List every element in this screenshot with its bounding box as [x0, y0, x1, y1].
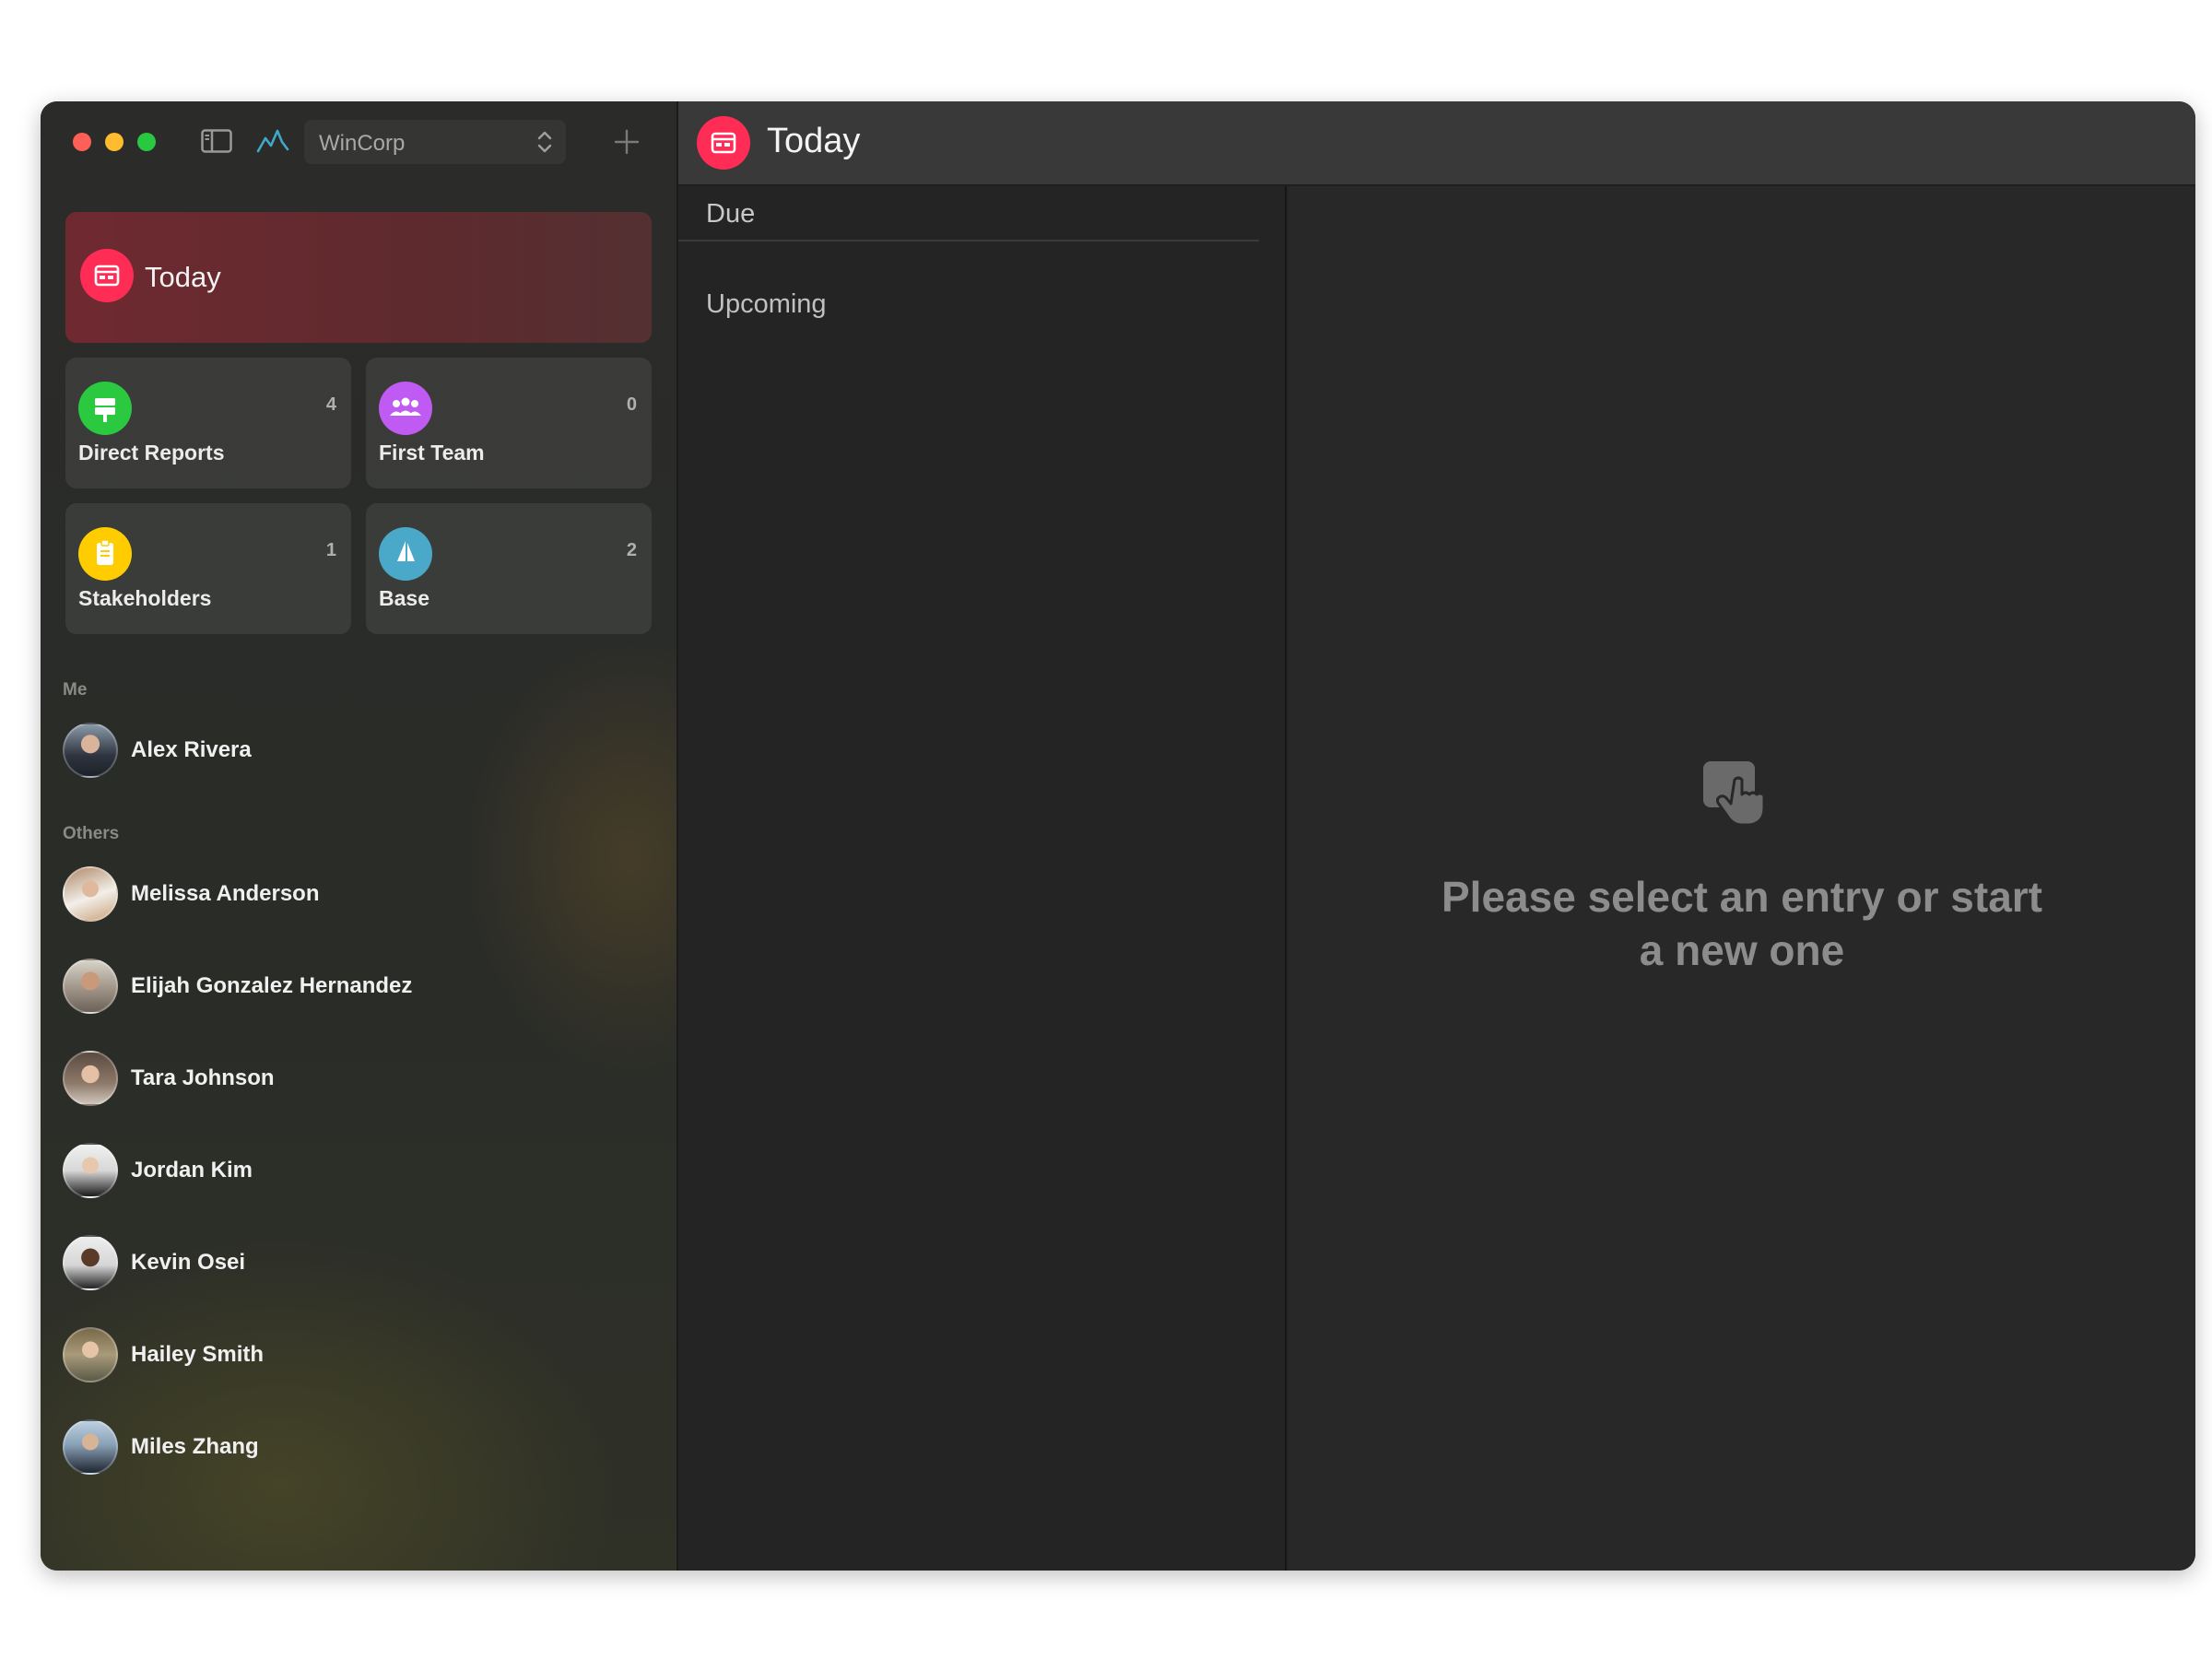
today-card-label: Today — [145, 261, 221, 293]
people-icon — [379, 382, 432, 435]
group-card-first-team[interactable]: 0 First Team — [366, 358, 652, 488]
divider — [678, 240, 1259, 241]
person-name: Hailey Smith — [131, 1342, 265, 1367]
person-name: Kevin Osei — [131, 1250, 246, 1275]
group-label: Direct Reports — [78, 441, 225, 465]
group-count: 2 — [626, 540, 637, 560]
today-calendar-icon — [80, 249, 134, 302]
sailboat-icon — [379, 527, 432, 581]
group-count: 0 — [626, 394, 637, 415]
avatar — [63, 866, 118, 922]
avatar — [63, 1419, 118, 1475]
person-name: Jordan Kim — [131, 1158, 253, 1182]
today-calendar-icon — [697, 116, 750, 170]
avatar — [63, 1235, 118, 1290]
avatar — [63, 1051, 118, 1106]
section-label-others: Others — [63, 824, 120, 843]
minimize-window-button[interactable] — [105, 133, 124, 151]
add-icon[interactable] — [614, 129, 640, 155]
sidebar-toggle-icon[interactable] — [201, 129, 232, 153]
group-count: 1 — [325, 540, 336, 560]
hand-pointer-icon — [1703, 761, 1766, 827]
today-card[interactable]: Today — [65, 212, 652, 343]
organization-select[interactable]: WinCorp — [304, 120, 566, 164]
section-label-me: Me — [63, 680, 88, 700]
person-item[interactable]: Melissa Anderson — [63, 865, 653, 924]
person-item-me[interactable]: Alex Rivera — [63, 721, 653, 780]
clipboard-icon — [78, 527, 132, 581]
empty-state-message: Please select an entry or start a new on… — [1441, 873, 2042, 974]
group-label: First Team — [379, 441, 485, 465]
person-item[interactable]: Elijah Gonzalez Hernandez — [63, 957, 653, 1016]
group-card-stakeholders[interactable]: 1 Stakeholders — [65, 503, 351, 634]
sidebar-titlebar: WinCorp — [41, 101, 678, 184]
sidebar: WinCorp Today 4 Direct Reports 0 First T… — [41, 101, 678, 1571]
person-item[interactable]: Tara Johnson — [63, 1049, 653, 1108]
app-window: WinCorp Today 4 Direct Reports 0 First T… — [41, 101, 2195, 1571]
zoom-window-button[interactable] — [137, 133, 156, 151]
person-item[interactable]: Miles Zhang — [63, 1418, 653, 1477]
due-section-header: Due — [706, 199, 756, 229]
avatar — [63, 1143, 118, 1198]
detail-pane: Please select an entry or start a new on… — [1288, 186, 2195, 1571]
group-card-direct-reports[interactable]: 4 Direct Reports — [65, 358, 351, 488]
entry-list-pane: Due Upcoming — [678, 186, 1287, 1571]
group-card-base[interactable]: 2 Base — [366, 503, 652, 634]
person-item[interactable]: Hailey Smith — [63, 1325, 653, 1384]
main-header: Today — [678, 101, 2195, 186]
group-label: Stakeholders — [78, 586, 212, 610]
activity-icon[interactable] — [256, 127, 289, 155]
chevron-up-down-icon — [537, 131, 552, 153]
person-name: Miles Zhang — [131, 1434, 259, 1459]
person-name: Alex Rivera — [131, 737, 252, 762]
group-label: Base — [379, 586, 429, 610]
page-title: Today — [767, 122, 861, 160]
organization-select-value: WinCorp — [319, 131, 406, 156]
avatar — [63, 959, 118, 1014]
person-item[interactable]: Kevin Osei — [63, 1233, 653, 1292]
upcoming-section-header: Upcoming — [706, 289, 827, 319]
close-window-button[interactable] — [73, 133, 91, 151]
avatar — [63, 1327, 118, 1382]
person-name: Elijah Gonzalez Hernandez — [131, 973, 413, 998]
person-name: Melissa Anderson — [131, 881, 320, 906]
person-name: Tara Johnson — [131, 1065, 275, 1090]
person-item[interactable]: Jordan Kim — [63, 1141, 653, 1200]
group-count: 4 — [325, 394, 336, 415]
avatar — [63, 723, 118, 778]
signpost-icon — [78, 382, 132, 435]
